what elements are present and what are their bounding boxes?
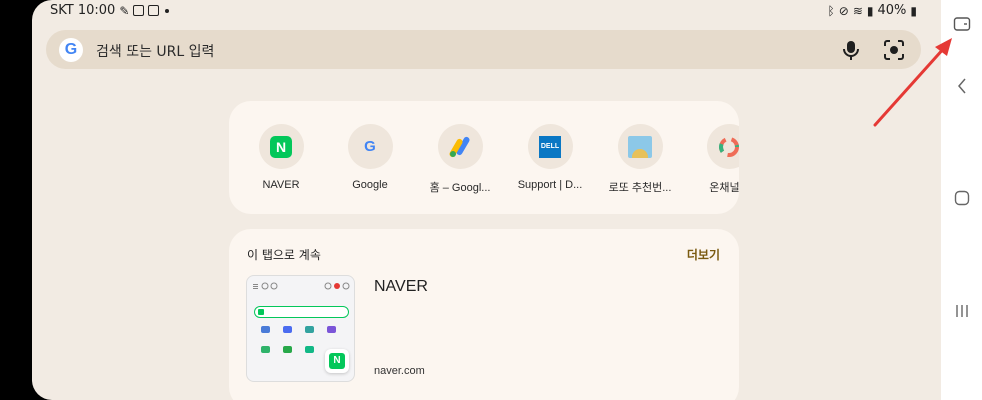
google-logo: G	[364, 138, 376, 155]
onchannel-icon	[706, 124, 739, 169]
google-lens-icon[interactable]	[882, 38, 906, 62]
gallery-icon	[133, 5, 145, 16]
continue-section-title: 이 탭으로 계속	[247, 248, 321, 262]
thumb-app-icon	[327, 326, 336, 333]
lotto-icon	[617, 124, 663, 169]
shortcuts-card: N NAVER G Google 홈 – Googl... DELL Suppo…	[229, 101, 739, 214]
carrier-time: SKT 10:00	[50, 3, 116, 18]
onchannel-logo	[719, 136, 739, 157]
pen-icon: ✎	[119, 3, 130, 18]
thumbnail-naver-icon	[258, 309, 264, 315]
recents-shortcut-button[interactable]	[941, 16, 982, 32]
back-button[interactable]	[941, 77, 982, 95]
dell-logo: DELL	[539, 135, 561, 158]
browser-screen: SKT 10:00 ✎ ᛒ ⊘ ≋ ▮ 40% ▮ G 검색 또는 URL 입력	[32, 0, 941, 400]
shortcut-onchannel[interactable]: 온채널 ::	[684, 124, 739, 195]
recents-icon	[955, 305, 968, 317]
microphone-icon[interactable]	[840, 38, 862, 62]
wifi-icon: ≋	[852, 3, 863, 18]
shortcut-label: 홈 – Googl...	[429, 182, 491, 194]
more-button[interactable]: 더보기	[687, 246, 720, 263]
shortcut-label: 로또 추천번...	[608, 182, 672, 194]
naver-logo: N	[270, 135, 292, 158]
shortcut-label: Support | D...	[517, 179, 583, 191]
thumb-app-icon	[305, 326, 314, 333]
status-bar: SKT 10:00 ✎ ᛒ ⊘ ≋ ▮ 40% ▮	[32, 0, 941, 22]
tab-thumbnail[interactable]: N	[246, 275, 355, 382]
lock-icon	[148, 5, 160, 16]
status-right: ᛒ ⊘ ≋ ▮ 40% ▮	[828, 3, 917, 18]
continue-tab-card: 이 탭으로 계속 더보기 N NAVER naver.com	[229, 229, 739, 400]
wallet-icon	[953, 17, 970, 31]
google-ads-logo	[449, 136, 470, 157]
naver-badge-letter: N	[329, 353, 345, 369]
google-ads-icon	[437, 124, 483, 169]
tab-title[interactable]: NAVER	[374, 278, 428, 296]
thumb-app-icon	[261, 346, 270, 353]
shortcut-google[interactable]: G Google	[325, 124, 415, 191]
google-logo-icon: G	[59, 38, 83, 62]
thumb-app-icon	[283, 346, 292, 353]
recents-button[interactable]	[941, 303, 982, 319]
shortcut-google-ads[interactable]: 홈 – Googl...	[415, 124, 505, 195]
dell-icon: DELL	[527, 124, 573, 169]
lotto-logo	[628, 135, 652, 158]
shortcut-dell-support[interactable]: DELL Support | D...	[505, 124, 595, 191]
shortcut-naver[interactable]: N NAVER	[236, 124, 326, 191]
thumbnail-search-bar	[254, 306, 349, 318]
bluetooth-icon: ᛒ	[827, 3, 835, 18]
naver-badge-icon: N	[325, 349, 349, 373]
battery-level: 40%	[877, 3, 907, 18]
status-left: SKT 10:00 ✎	[50, 3, 170, 18]
thumb-app-icon	[283, 326, 292, 333]
battery-icon: ▮	[910, 3, 917, 18]
tab-url: naver.com	[374, 365, 425, 377]
shortcut-label: 온채널 ::	[709, 182, 739, 194]
search-input[interactable]: 검색 또는 URL 입력	[96, 41, 214, 61]
google-icon: G	[347, 124, 393, 169]
home-icon	[954, 190, 969, 206]
shortcut-lotto[interactable]: 로또 추천번...	[595, 124, 685, 195]
shortcut-label: Google	[352, 179, 388, 191]
signal-icon: ▮	[866, 3, 874, 18]
chevron-left-icon	[957, 78, 966, 94]
search-bar[interactable]: G 검색 또는 URL 입력	[46, 30, 921, 69]
mute-icon: ⊘	[838, 3, 849, 18]
home-button[interactable]	[941, 190, 982, 206]
system-nav-bar	[941, 0, 982, 400]
naver-icon: N	[258, 124, 304, 169]
thumb-app-icon	[261, 326, 270, 333]
shortcut-label: NAVER	[262, 179, 300, 191]
more-notifications-icon	[165, 8, 170, 13]
thumbnail-toolbar	[253, 282, 350, 290]
thumb-app-icon	[305, 346, 314, 353]
